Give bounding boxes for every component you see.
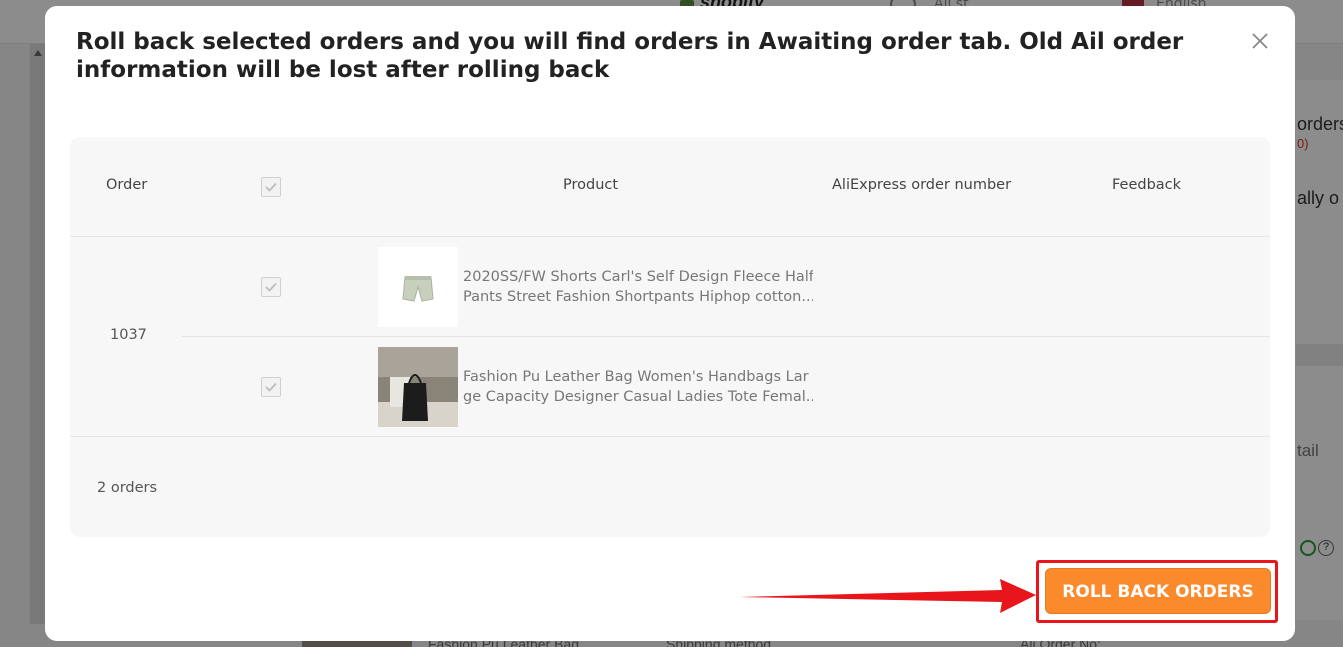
arrow-icon [740,579,1036,613]
